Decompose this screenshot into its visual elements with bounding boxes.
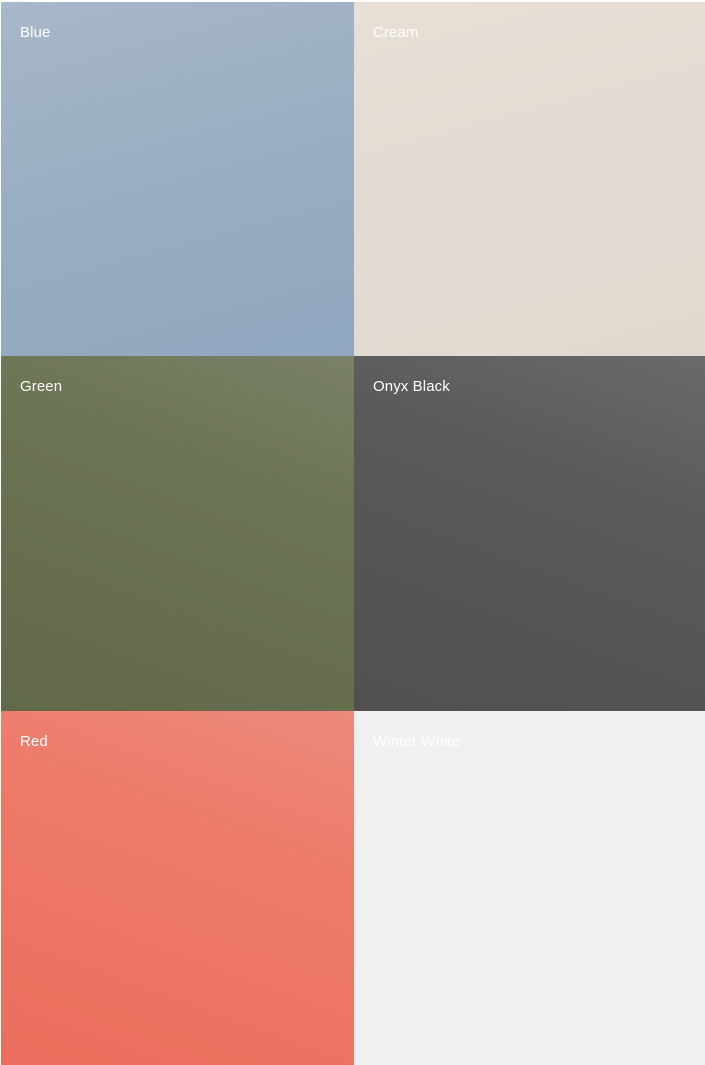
swatch-red[interactable]: Red	[1, 711, 354, 1065]
swatch-green[interactable]: Green	[1, 356, 354, 711]
color-swatch-grid: Blue Cream Green Onyx Black Red Winter W…	[1, 2, 705, 1065]
swatch-label: Red	[20, 733, 48, 750]
swatch-label: Blue	[20, 24, 51, 41]
swatch-label: Winter White	[373, 733, 461, 750]
swatch-winter-white[interactable]: Winter White	[354, 711, 705, 1065]
swatch-cream[interactable]: Cream	[354, 2, 705, 356]
swatch-label: Cream	[373, 24, 419, 41]
swatch-label: Green	[20, 378, 63, 395]
swatch-label: Onyx Black	[373, 378, 450, 395]
swatch-onyx-black[interactable]: Onyx Black	[354, 356, 705, 711]
swatch-blue[interactable]: Blue	[1, 2, 354, 356]
